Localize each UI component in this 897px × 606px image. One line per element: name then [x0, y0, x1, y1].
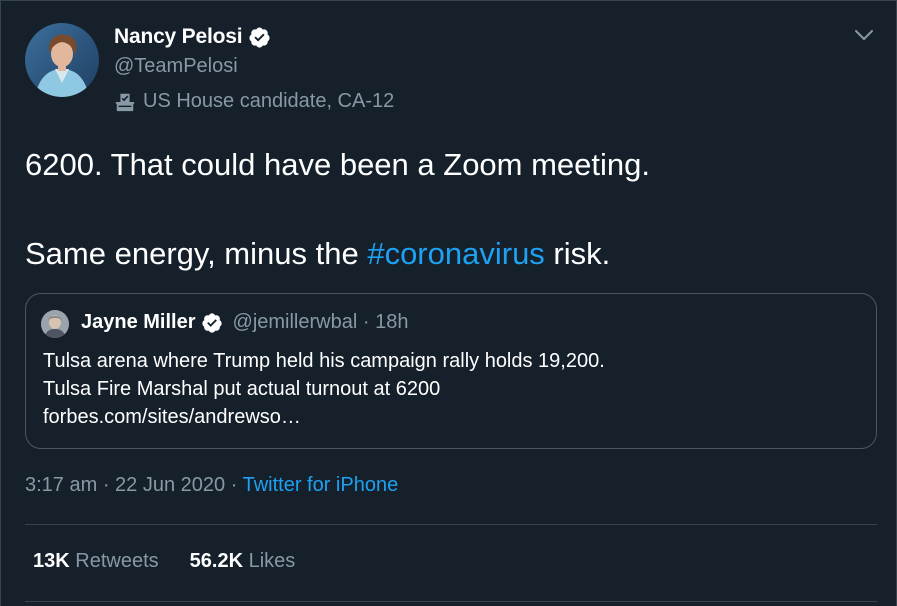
tweet-text: 6200. That could have been a Zoom meetin… — [25, 141, 875, 278]
meta-separator: · — [97, 474, 116, 496]
tweet-date[interactable]: 22 Jun 2020 — [115, 474, 225, 496]
hashtag-link[interactable]: #coronavirus — [367, 236, 544, 271]
tweet-source-link[interactable]: Twitter for iPhone — [243, 474, 399, 496]
retweets-label: Retweets — [75, 550, 159, 572]
quoted-text-line: Tulsa Fire Marshal put actual turnout at… — [43, 378, 441, 400]
author-handle[interactable]: @TeamPelosi — [114, 55, 238, 78]
quoted-handle: @jemillerwbal — [232, 311, 358, 333]
divider — [25, 601, 877, 602]
quoted-separator: · — [362, 311, 370, 333]
quoted-author-photo — [41, 310, 69, 338]
candidate-label-text: US House candidate, CA-12 — [143, 90, 395, 112]
tweet-text-line2-before: Same energy, minus the — [25, 236, 368, 271]
tweet-meta: 3:17 am · 22 Jun 2020 · Twitter for iPho… — [25, 474, 398, 497]
author-photo — [25, 23, 99, 97]
verified-badge-icon — [201, 312, 222, 333]
quoted-header: Jayne Miller @jemillerwbal · 18h — [81, 311, 408, 334]
engagement-stats: 13K Retweets 56.2K Likes — [33, 550, 295, 573]
candidate-label: US House candidate, CA-12 — [114, 90, 394, 113]
author-name-row[interactable]: Nancy Pelosi — [114, 25, 271, 49]
divider — [25, 524, 877, 525]
meta-separator: · — [225, 474, 243, 496]
likes-count: 56.2K — [189, 550, 244, 572]
tweet-time[interactable]: 3:17 am — [25, 474, 97, 496]
chevron-down-icon[interactable] — [852, 25, 876, 45]
author-name[interactable]: Nancy Pelosi — [114, 25, 243, 49]
quoted-link: forbes.com/sites/andrewso… — [43, 406, 301, 428]
tweet-card: Nancy Pelosi @TeamPelosi US House candid… — [0, 0, 897, 606]
tweet-text-line2-after: risk. — [544, 236, 611, 271]
tweet-text-line1: 6200. That could have been a Zoom meetin… — [25, 147, 651, 182]
tweet-text-line2: Same energy, minus the #coronavirus risk… — [25, 230, 875, 278]
quoted-text: Tulsa arena where Trump held his campaig… — [43, 347, 863, 431]
quoted-author-name: Jayne Miller — [81, 311, 196, 333]
quoted-avatar — [41, 310, 69, 338]
quoted-tweet[interactable]: Jayne Miller @jemillerwbal · 18h Tulsa a… — [25, 293, 877, 449]
ballot-box-icon — [115, 93, 135, 111]
likes-label: Likes — [248, 550, 296, 572]
retweets-stat[interactable]: 13K Retweets — [33, 550, 159, 573]
retweets-count: 13K — [33, 550, 70, 572]
quoted-time: 18h — [375, 311, 409, 333]
quoted-text-line: Tulsa arena where Trump held his campaig… — [43, 350, 605, 372]
likes-stat[interactable]: 56.2K Likes — [190, 550, 296, 573]
verified-badge-icon — [249, 26, 270, 48]
author-avatar[interactable] — [25, 23, 99, 97]
